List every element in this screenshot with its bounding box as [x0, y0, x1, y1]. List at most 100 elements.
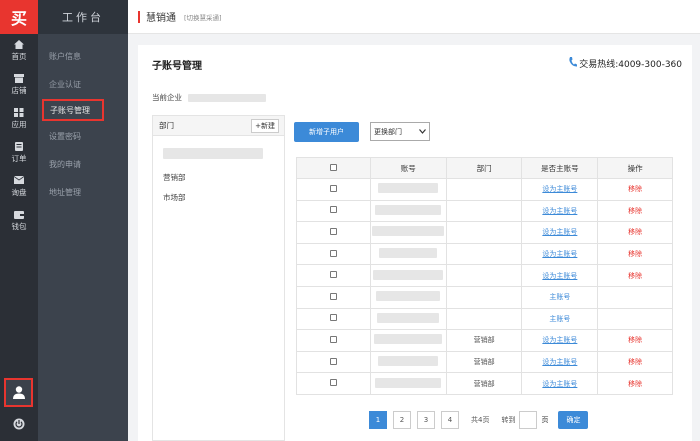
action-cell: 移除 [597, 178, 673, 201]
goto-confirm-button[interactable]: 确定 [558, 411, 589, 429]
account-cell [369, 264, 447, 287]
department-item[interactable]: 市场部 [163, 187, 284, 207]
page-button[interactable]: 2 [393, 411, 411, 429]
action-cell: 移除 [597, 372, 673, 395]
menu-item-sub-account[interactable]: 子账号管理 [42, 99, 104, 121]
set-master-link[interactable]: 设为主账号 [542, 358, 577, 366]
select-all-checkbox[interactable] [329, 163, 337, 171]
remove-link[interactable]: 移除 [628, 358, 642, 366]
account-cell [369, 199, 447, 223]
account-cell [369, 372, 447, 395]
row-select-cell [296, 264, 371, 287]
account-redacted [374, 334, 443, 345]
row-checkbox[interactable] [329, 184, 337, 192]
row-checkbox[interactable] [329, 249, 337, 257]
goto-page-input[interactable] [519, 411, 538, 429]
logout-button[interactable] [0, 409, 38, 441]
account-cell [369, 242, 447, 266]
remove-link[interactable]: 移除 [628, 228, 642, 236]
rail-item-apps[interactable]: 应用 [0, 102, 38, 136]
change-department-select[interactable]: 更换部门 [370, 122, 430, 141]
row-checkbox[interactable] [329, 379, 337, 387]
menu-item-my-applications[interactable]: 我的申请 [38, 150, 128, 178]
add-sub-user-button[interactable]: 新增子用户 [294, 122, 359, 142]
row-select-cell [296, 329, 371, 352]
rail-label-home: 首页 [11, 52, 27, 61]
rail-item-shop[interactable]: 店铺 [0, 68, 38, 102]
department-cell: 营销部 [445, 372, 523, 395]
set-master-link[interactable]: 设为主账号 [542, 228, 577, 236]
col-action: 操作 [597, 157, 673, 179]
action-cell [597, 285, 673, 309]
user-profile-button[interactable] [4, 378, 33, 407]
phone-icon [569, 57, 578, 70]
row-select-cell [296, 372, 371, 395]
row-checkbox[interactable] [329, 271, 337, 279]
action-cell: 移除 [597, 199, 673, 223]
title-accent-bar [138, 10, 140, 23]
row-checkbox[interactable] [329, 357, 337, 365]
set-master-link[interactable]: 设为主账号 [542, 272, 577, 280]
row-checkbox[interactable] [329, 206, 337, 214]
account-cell [369, 221, 447, 244]
row-select-cell [296, 178, 371, 201]
menu-item-set-password[interactable]: 设置密码 [38, 122, 128, 150]
account-redacted [373, 269, 444, 280]
action-cell [597, 307, 673, 331]
menu-item-enterprise-cert[interactable]: 企业认证 [38, 70, 128, 98]
user-icon [12, 385, 26, 401]
remove-link[interactable]: 移除 [628, 336, 642, 344]
switch-app-link[interactable]: [切换慧采通] [184, 12, 222, 22]
set-master-link[interactable]: 设为主账号 [542, 185, 577, 193]
row-checkbox[interactable] [329, 292, 337, 300]
home-icon [14, 40, 24, 49]
department-root-redacted[interactable] [163, 148, 263, 159]
department-cell [445, 264, 523, 287]
set-master-link[interactable]: 设为主账号 [542, 250, 577, 258]
department-cell [445, 199, 523, 223]
col-is-master: 是否主账号 [521, 157, 599, 179]
row-checkbox[interactable] [329, 227, 337, 235]
remove-link[interactable]: 移除 [628, 207, 642, 215]
table-row: 主账号 [296, 285, 673, 309]
top-bar: 慧销通 [切换慧采通] [128, 0, 700, 34]
remove-link[interactable]: 移除 [628, 185, 642, 193]
rail-item-wallet[interactable]: 钱包 [0, 204, 38, 238]
table-row: 营销部 设为主账号 移除 [296, 350, 673, 374]
row-checkbox[interactable] [329, 335, 337, 343]
set-master-link[interactable]: 设为主账号 [542, 207, 577, 215]
row-select-cell [296, 242, 371, 266]
rail-item-inquiry[interactable]: 询盘 [0, 170, 38, 204]
page-button[interactable]: 1 [369, 411, 387, 429]
rail-item-orders[interactable]: 订单 [0, 136, 38, 170]
department-item[interactable]: 营销部 [163, 167, 284, 187]
remove-link[interactable]: 移除 [628, 250, 642, 258]
department-header-label: 部门 [159, 121, 174, 130]
account-redacted [378, 183, 439, 194]
rail-label-shop: 店铺 [11, 86, 27, 95]
master-cell: 设为主账号 [521, 221, 599, 244]
remove-link[interactable]: 移除 [628, 272, 642, 280]
set-master-link[interactable]: 设为主账号 [542, 380, 577, 388]
account-redacted [378, 356, 439, 367]
table-row: 主账号 [296, 307, 673, 331]
set-master-link[interactable]: 设为主账号 [542, 336, 577, 344]
app-name: 慧销通 [146, 13, 176, 24]
hotline: 交易热线:4009-300-360 [569, 57, 682, 70]
master-cell: 主账号 [521, 285, 599, 309]
department-list: 营销部 市场部 [153, 136, 284, 207]
rail-item-home[interactable]: 首页 [0, 34, 38, 68]
left-rail: 买 首页 店铺 应用 订单 询盘 钱包 [0, 0, 38, 441]
menu-item-address[interactable]: 地址管理 [38, 178, 128, 206]
page-title: 子账号管理 [152, 61, 202, 72]
department-cell [445, 242, 523, 266]
remove-link[interactable]: 移除 [628, 380, 642, 388]
page-button[interactable]: 3 [417, 411, 435, 429]
new-department-button[interactable]: +新建 [251, 118, 279, 133]
page-button[interactable]: 4 [441, 411, 459, 429]
row-select-cell [296, 307, 371, 331]
menu-item-account-info[interactable]: 账户信息 [38, 42, 128, 70]
department-cell: 营销部 [445, 329, 523, 352]
app-logo[interactable]: 买 [0, 0, 38, 34]
row-checkbox[interactable] [329, 314, 337, 322]
